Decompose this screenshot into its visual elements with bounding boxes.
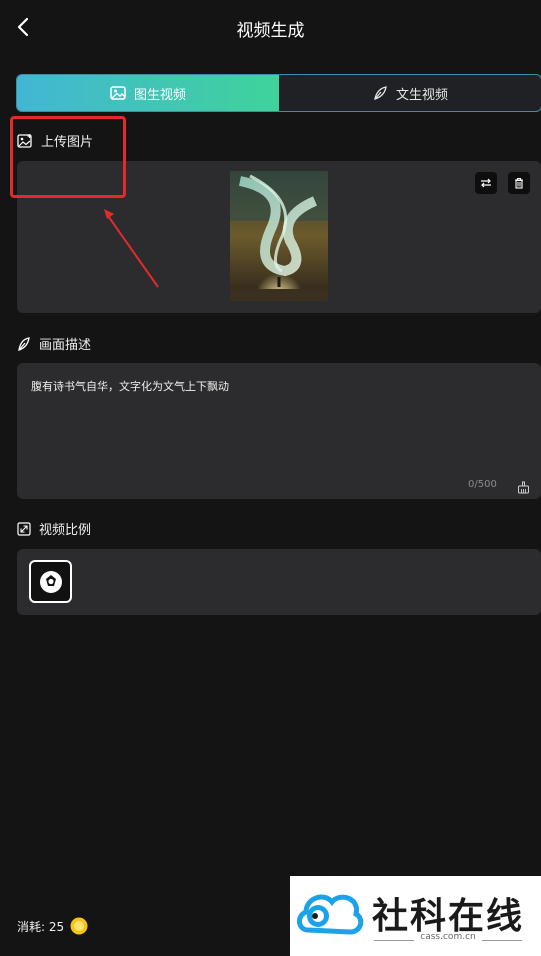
tab-image-to-video[interactable]: 图生视频 bbox=[17, 75, 279, 111]
feather-icon bbox=[18, 336, 30, 351]
coin-icon bbox=[70, 917, 88, 935]
cloud-logo-icon bbox=[297, 894, 364, 935]
description-section-label: 画面描述 bbox=[17, 334, 91, 353]
ratio-option-button[interactable] bbox=[29, 560, 72, 603]
uploaded-image bbox=[230, 171, 328, 301]
cost-label: 消耗: 25 bbox=[17, 919, 65, 934]
description-label: 画面描述 bbox=[39, 338, 92, 353]
tab-text-to-video[interactable]: 文生视频 bbox=[279, 75, 541, 111]
tab-label: 文生视频 bbox=[395, 87, 448, 103]
ratio-section-label: 视频比例 bbox=[17, 519, 91, 538]
highlight-box bbox=[10, 116, 126, 198]
char-counter: 0/500 bbox=[468, 479, 497, 490]
trash-icon bbox=[515, 177, 523, 189]
ratio-panel bbox=[17, 549, 541, 615]
tab-label: 图生视频 bbox=[133, 87, 186, 103]
annotation-arrow bbox=[104, 209, 159, 288]
mode-tabs: 图生视频 文生视频 bbox=[16, 74, 541, 112]
swap-icon bbox=[481, 178, 491, 188]
delete-image-button[interactable] bbox=[508, 172, 530, 194]
aperture-icon bbox=[39, 570, 62, 593]
watermark-url: cass.com.cn bbox=[420, 932, 476, 942]
clear-text-button[interactable] bbox=[517, 479, 530, 498]
cost-display: 消耗: 25 bbox=[17, 917, 88, 935]
expand-icon bbox=[17, 521, 31, 536]
broom-icon bbox=[518, 481, 529, 494]
swap-image-button[interactable] bbox=[475, 172, 497, 194]
description-text: 腹有诗书气自华，文字化为文气上下飘动 bbox=[31, 380, 229, 393]
feather-icon bbox=[374, 86, 387, 100]
ratio-label: 视频比例 bbox=[39, 523, 92, 538]
image-icon bbox=[110, 86, 126, 100]
page-title: 视频生成 bbox=[236, 21, 305, 41]
